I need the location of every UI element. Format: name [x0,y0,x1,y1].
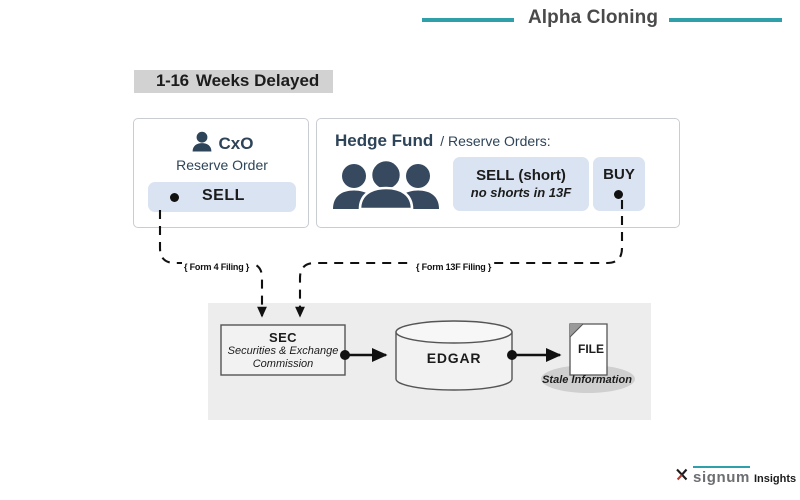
signum-insights-logo: signum Insights [676,466,796,487]
flow-diagram [158,200,651,420]
insights-text: Insights [753,472,797,485]
hedge-fund-sell-note: no shorts in 13F [470,185,572,200]
file-label: FILE [578,342,604,356]
hedge-fund-header: Hedge Fund / Reserve Orders: [335,131,551,151]
cxo-card: CxO Reserve Order SELL [133,118,309,228]
sec-title: SEC [269,330,297,345]
cxo-header: CxO [134,131,310,157]
section-heading: 1-16 Weeks Delayed [156,71,319,91]
stale-information-label: Stale Information [542,374,632,386]
cxo-title: CxO [218,134,254,153]
cxo-sell-connector-dot [170,193,179,202]
cxo-subtitle: Reserve Order [176,157,268,173]
page-title: Alpha Cloning [527,7,659,28]
edgar-label: EDGAR [426,350,482,366]
cxo-sell-label: SELL [202,187,245,204]
page-header: Alpha Cloning [0,0,800,42]
hedge-fund-title: Hedge Fund [335,131,434,150]
section-heading-text: Weeks Delayed [195,70,320,90]
hedge-fund-buy-box[interactable]: BUY [593,157,645,211]
cxo-sell-pill[interactable]: SELL [148,182,296,212]
hedge-fund-sell-label: SELL (short) [476,167,566,184]
form4-filing-label: { Form 4 Filing } [182,262,252,272]
section-heading-range: 1-16 [156,70,189,90]
form13f-filing-label: { Form 13F Filing } [414,262,494,272]
header-rule-right [669,18,782,22]
people-group-icon [330,158,442,215]
hedge-fund-buy-label: BUY [603,166,635,183]
sec-subtitle: Securities & Exchange Commission [227,345,339,370]
header-rule-left [422,18,514,22]
hedge-fund-sell-box[interactable]: SELL (short) no shorts in 13F [453,157,589,211]
signum-wordmark: signum [693,466,750,487]
hedge-fund-card: Hedge Fund / Reserve Orders: SELL (short… [316,118,680,228]
hedge-fund-buy-connector-dot [614,190,623,199]
signum-overline [693,466,750,468]
section-heading-highlight: 1-16 Weeks Delayed [134,70,334,93]
x-mark-icon [676,467,689,486]
person-icon [191,131,213,157]
hedge-fund-subtitle: / Reserve Orders: [440,133,551,149]
signum-text: signum [693,469,750,486]
